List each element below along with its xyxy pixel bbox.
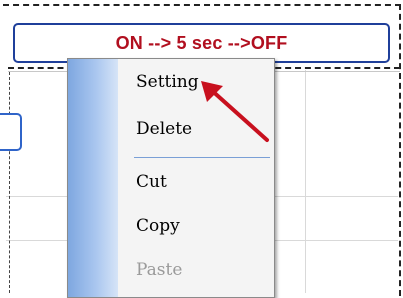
menu-icon-gutter: [68, 59, 118, 297]
state-header-bar[interactable]: ON --> 5 sec -->OFF: [13, 23, 390, 63]
menu-item-paste: Paste: [136, 260, 183, 280]
menu-item-setting[interactable]: Setting: [136, 72, 199, 92]
annotation-arrow-icon: [201, 81, 269, 142]
menu-item-copy[interactable]: Copy: [136, 216, 180, 236]
menu-separator: [134, 157, 270, 158]
partial-block-element[interactable]: [0, 113, 22, 151]
state-header-label: ON --> 5 sec -->OFF: [115, 32, 288, 53]
menu-item-delete[interactable]: Delete: [136, 119, 192, 139]
canvas-left-border: [9, 72, 11, 293]
menu-item-cut[interactable]: Cut: [136, 172, 167, 192]
grid-line: [305, 70, 306, 293]
